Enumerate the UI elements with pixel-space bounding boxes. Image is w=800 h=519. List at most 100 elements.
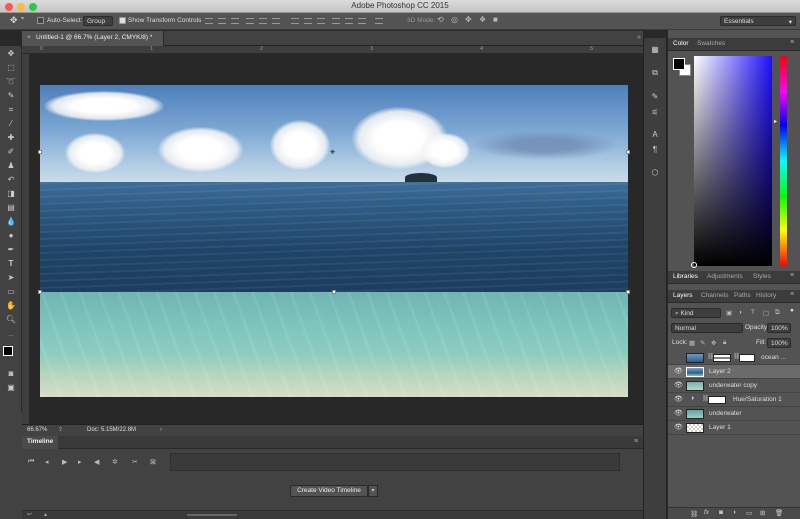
filter-smart-object-icon[interactable]: ⧉ (775, 309, 780, 317)
delete-layer-icon[interactable]: 🗑︎ (775, 509, 783, 517)
auto-select-dropdown[interactable]: Group (83, 16, 113, 26)
brush-settings-icon[interactable]: ⚟ (650, 108, 660, 118)
color-picker-cursor[interactable] (691, 262, 697, 268)
share-icon[interactable]: ⇪ (58, 426, 63, 433)
tab-adjustments[interactable]: Adjustments (707, 273, 743, 280)
tab-paths[interactable]: Paths (734, 292, 751, 299)
transform-handle[interactable] (626, 150, 630, 154)
foreground-color-swatch[interactable] (673, 58, 685, 70)
transform-handle[interactable] (332, 290, 336, 294)
panel-menu-icon[interactable]: ≡ (790, 39, 794, 46)
character-icon[interactable]: A (650, 130, 660, 140)
layer-row[interactable]: ⛓ ⛓ ocean ... (668, 351, 800, 365)
zoom-tool-icon[interactable]: 🔍︎ (5, 314, 17, 326)
move-tool-icon[interactable]: ✥ (5, 48, 17, 60)
distribute-vcenter-icon[interactable] (304, 18, 312, 24)
distribute-hcenter-icon[interactable] (345, 18, 353, 24)
tool-preset-dropdown-icon[interactable]: ▾ (21, 15, 24, 22)
split-icon[interactable]: ✂ (132, 458, 138, 466)
lock-all-icon[interactable]: 🔒︎ (723, 339, 726, 347)
foreground-color-swatch[interactable] (3, 346, 13, 356)
close-tab-icon[interactable]: × (27, 34, 31, 41)
layer-row[interactable]: 👁︎ underwater (668, 407, 800, 421)
eye-icon[interactable]: 👁︎ (674, 381, 683, 389)
transform-handle[interactable] (38, 290, 42, 294)
tab-channels[interactable]: Channels (701, 292, 728, 299)
layer-filter-dropdown[interactable]: ⌕ Kind (671, 308, 721, 318)
eye-icon[interactable]: 👁︎ (674, 395, 683, 403)
3d-roll-icon[interactable]: ◎ (451, 15, 458, 24)
align-bottom-icon[interactable] (231, 18, 239, 24)
filter-shape-icon[interactable]: ▢ (763, 309, 769, 317)
render-icon[interactable]: ↩ (27, 511, 32, 518)
history-brush-tool-icon[interactable]: ↶ (5, 174, 17, 186)
status-menu-icon[interactable]: › (160, 427, 162, 433)
link-layers-icon[interactable]: ⛓ (690, 510, 698, 518)
timeline-track-area[interactable] (170, 453, 620, 471)
rectangle-tool-icon[interactable]: ▭ (5, 286, 17, 298)
vertical-ruler[interactable] (22, 54, 30, 424)
tab-libraries[interactable]: Libraries (673, 273, 698, 280)
align-top-icon[interactable] (205, 18, 213, 24)
fill-field[interactable]: 100% (767, 338, 791, 348)
3d-rotate-icon[interactable]: ⟲ (437, 15, 444, 24)
gradient-tool-icon[interactable]: ▤ (5, 202, 17, 214)
eyedropper-tool-icon[interactable]: ⁄ (5, 118, 17, 130)
opacity-field[interactable]: 100% (767, 323, 791, 333)
auto-select-checkbox[interactable] (37, 17, 44, 24)
brush-tool-icon[interactable]: ✐ (5, 146, 17, 158)
tab-history[interactable]: History (756, 292, 776, 299)
quick-select-tool-icon[interactable]: ✎ (5, 90, 17, 102)
tab-scroll-icon[interactable]: » (637, 34, 641, 41)
move-tool-icon[interactable]: ✥ (10, 15, 18, 26)
color-picker-field[interactable] (694, 56, 772, 266)
tab-swatches[interactable]: Swatches (697, 40, 725, 47)
show-transform-checkbox[interactable] (119, 17, 126, 24)
screen-mode-icon[interactable]: ▣ (5, 382, 17, 394)
tab-styles[interactable]: Styles (753, 273, 771, 280)
lock-position-icon[interactable]: ✥ (711, 339, 716, 347)
marquee-tool-icon[interactable]: ⬚ (5, 62, 17, 74)
eye-icon[interactable]: 👁︎ (674, 423, 683, 431)
pen-tool-icon[interactable]: ✒ (5, 244, 17, 256)
tab-color[interactable]: Color (673, 40, 689, 47)
zoom-slider-icon[interactable]: ▴ (44, 511, 47, 518)
healing-brush-tool-icon[interactable]: ✚ (5, 132, 17, 144)
play-icon[interactable]: ▶ (62, 458, 67, 466)
eraser-tool-icon[interactable]: ◨ (5, 188, 17, 200)
add-mask-icon[interactable]: ◙ (719, 509, 723, 516)
new-layer-icon[interactable]: ⊞ (760, 509, 765, 517)
distribute-left-icon[interactable] (332, 18, 340, 24)
transform-handle[interactable] (626, 290, 630, 294)
filter-pixel-icon[interactable]: ▣ (726, 309, 732, 317)
distribute-top-icon[interactable] (291, 18, 299, 24)
hue-slider-handle-icon[interactable]: ▸ (774, 118, 777, 125)
lock-transparent-icon[interactable]: ▦ (689, 339, 695, 347)
timeline-tab[interactable]: Timeline (22, 436, 58, 449)
eye-icon[interactable]: 👁︎ (674, 367, 683, 375)
align-vcenter-icon[interactable] (218, 18, 226, 24)
new-group-icon[interactable]: ▭ (746, 509, 752, 517)
align-left-icon[interactable] (246, 18, 254, 24)
hue-slider[interactable] (780, 56, 787, 266)
3d-slide-icon[interactable]: ❖ (479, 15, 486, 24)
timeline-type-dropdown[interactable]: ▾ (368, 485, 378, 497)
lock-pixels-icon[interactable]: ✎ (700, 339, 705, 347)
layer-style-icon[interactable]: fx (704, 509, 709, 516)
next-frame-icon[interactable]: ▸ (78, 458, 82, 466)
lasso-tool-icon[interactable]: ➰ (5, 76, 17, 88)
zoom-level[interactable]: 66.67% (27, 427, 47, 433)
properties-icon[interactable]: ▦ (650, 45, 660, 55)
tab-layers[interactable]: Layers (673, 292, 693, 299)
layer-row[interactable]: 👁︎ Layer 1 (668, 421, 800, 435)
zoom-slider[interactable] (187, 514, 237, 516)
align-right-icon[interactable] (272, 18, 280, 24)
transform-handle[interactable] (38, 150, 42, 154)
3d-pan-icon[interactable]: ✥ (465, 15, 472, 24)
first-frame-icon[interactable]: ⏮ (28, 458, 34, 466)
filter-type-icon[interactable]: T (751, 309, 755, 316)
quick-mask-icon[interactable]: ◙ (5, 368, 17, 380)
document-tab[interactable]: × Untitled-1 @ 66.7% (Layer 2, CMYK/8) * (22, 31, 164, 46)
workspace-dropdown[interactable]: Essentials ▾ (720, 16, 796, 26)
panel-menu-icon[interactable]: ≡ (790, 272, 794, 279)
